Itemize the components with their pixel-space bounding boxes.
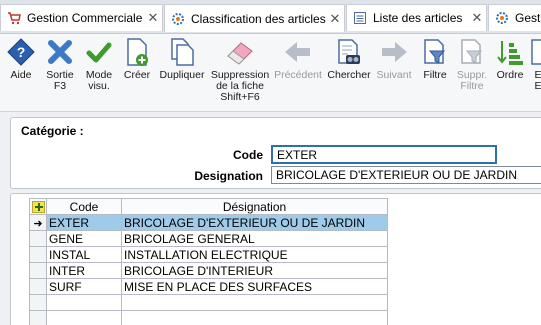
exit-button[interactable]: Sortie F3	[41, 36, 79, 92]
row-indicator[interactable]	[29, 246, 47, 263]
close-icon[interactable]: ✕	[326, 11, 344, 27]
new-document-icon	[127, 38, 148, 66]
search-icon	[338, 39, 360, 64]
cell-code[interactable]: INTER	[46, 262, 122, 279]
remove-filter-button[interactable]: Suppr. Filtre	[452, 36, 492, 92]
tab-classification-des-articles[interactable]: Classification des articles ✕	[164, 4, 345, 32]
arrow-right-icon	[382, 42, 407, 62]
add-row-icon[interactable]	[31, 201, 45, 214]
table-row[interactable]: INSTAL INSTALLATION ELECTRIQUE	[29, 246, 388, 263]
cell-code[interactable]: EXTER	[46, 214, 122, 231]
table-row[interactable]: ➜ EXTER BRICOLAGE D'EXTERIEUR OU DE JARDIN	[29, 214, 388, 231]
cell-designation[interactable]: BRICOLAGE D'INTERIEUR	[121, 262, 388, 279]
cell-designation[interactable]: MISE EN PLACE DES SURFACES	[121, 278, 388, 295]
gear-icon	[496, 12, 508, 24]
table-header-row: Code Désignation	[29, 198, 388, 215]
tab-label: Liste des articles	[373, 11, 463, 25]
gear-icon	[172, 12, 184, 25]
arrow-left-icon	[285, 42, 310, 62]
create-button[interactable]: Créer	[119, 36, 155, 81]
previous-label: Précédent	[274, 69, 322, 81]
filter-icon	[424, 39, 446, 64]
search-button[interactable]: Chercher	[326, 36, 372, 81]
cell-designation[interactable]: INSTALLATION ELECTRIQUE	[121, 246, 388, 263]
export-icon	[531, 39, 541, 65]
category-title: Catégorie :	[21, 124, 84, 138]
filter-button[interactable]: Filtre	[418, 36, 452, 81]
code-input[interactable]: EXTER	[271, 145, 497, 164]
cell-designation[interactable]	[121, 310, 388, 325]
delete-record-label: Suppression de la fiche Shift+F6	[210, 69, 270, 103]
row-indicator[interactable]	[29, 310, 47, 325]
tab-liste-des-articles[interactable]: Liste des articles ✕	[346, 4, 487, 31]
eraser-icon	[227, 42, 253, 65]
tab-gestion-commerciale[interactable]: Gestion Commerciale ✕	[0, 4, 163, 31]
table-row[interactable]	[29, 294, 388, 311]
cell-code[interactable]	[46, 310, 122, 325]
view-mode-label: Mode visu.	[85, 69, 113, 92]
row-indicator[interactable]: ➜	[29, 214, 47, 231]
cell-code[interactable]: GENE	[46, 230, 122, 247]
designation-input[interactable]: BRICOLAGE D'EXTERIEUR OU DE JARDIN	[271, 166, 541, 184]
table-row[interactable]: SURF MISE EN PLACE DES SURFACES	[29, 278, 388, 295]
close-icon[interactable]: ✕	[144, 10, 162, 26]
cell-code[interactable]: INSTAL	[46, 246, 122, 263]
tab-label: Classification des articles	[191, 11, 326, 26]
duplicate-button[interactable]: Dupliquer	[157, 36, 207, 81]
check-icon	[86, 42, 112, 63]
add-row-cell[interactable]	[29, 198, 47, 215]
help-icon: ?	[7, 38, 35, 66]
filter-label: Filtre	[423, 69, 447, 81]
cart-icon	[8, 12, 21, 25]
help-label: Aide	[10, 69, 32, 81]
extra-button[interactable]: E E	[528, 36, 541, 92]
exit-label: Sortie F3	[46, 69, 74, 92]
help-button[interactable]: ? Aide	[3, 36, 39, 81]
view-mode-button[interactable]: Mode visu.	[81, 36, 117, 92]
column-header-code[interactable]: Code	[46, 198, 122, 215]
search-label: Chercher	[327, 69, 371, 81]
next-button[interactable]: Suivant	[373, 36, 415, 81]
close-icon[interactable]: ✕	[468, 10, 486, 26]
table-body: ➜ EXTER BRICOLAGE D'EXTERIEUR OU DE JARDIN…	[29, 214, 388, 325]
remove-filter-label: Suppr. Filtre	[456, 69, 488, 92]
category-table: Code Désignation ➜ EXTER BRICOLAGE D'EXTER…	[29, 198, 388, 325]
category-form: Catégorie : Code EXTER Designation BRICO…	[10, 117, 541, 189]
tab-label: Gestion Commerciale	[27, 11, 143, 25]
category-grid-panel: Code Désignation ➜ EXTER BRICOLAGE D'EXTER…	[10, 193, 541, 325]
extra-label: E E	[534, 69, 541, 92]
tab-gestion[interactable]: Gestio	[488, 4, 541, 31]
sort-icon	[497, 41, 523, 65]
tab-label: Gestio	[515, 11, 541, 25]
create-label: Créer	[123, 69, 151, 81]
row-indicator[interactable]	[29, 262, 47, 279]
toolbar: ? Aide Sortie F3 Mode visu. Créer Dupliq…	[0, 34, 541, 112]
list-icon	[354, 12, 366, 24]
row-indicator[interactable]	[29, 230, 47, 247]
svg-text:?: ?	[17, 44, 26, 60]
next-label: Suivant	[376, 69, 412, 81]
duplicate-icon	[171, 38, 194, 66]
row-indicator[interactable]	[29, 278, 47, 295]
current-row-arrow-icon: ➜	[33, 217, 43, 230]
sort-label: Ordre	[496, 69, 524, 81]
cell-designation[interactable]: BRICOLAGE GENERAL	[121, 230, 388, 247]
cell-code[interactable]: SURF	[46, 278, 122, 295]
delete-record-button[interactable]: Suppression de la fiche Shift+F6	[208, 36, 272, 103]
remove-filter-icon	[461, 39, 483, 64]
duplicate-label: Dupliquer	[159, 69, 205, 81]
column-header-designation[interactable]: Désignation	[121, 198, 388, 215]
close-icon	[48, 40, 72, 64]
previous-button[interactable]: Précédent	[273, 36, 323, 81]
cell-designation[interactable]: BRICOLAGE D'EXTERIEUR OU DE JARDIN	[121, 214, 388, 231]
tab-bar: Gestion Commerciale ✕ Classification des…	[0, 0, 541, 34]
row-indicator[interactable]	[29, 294, 47, 311]
cell-designation[interactable]	[121, 294, 388, 311]
table-row[interactable]: INTER BRICOLAGE D'INTERIEUR	[29, 262, 388, 279]
cell-code[interactable]	[46, 294, 122, 311]
designation-label: Designation	[194, 169, 263, 183]
table-row[interactable]: GENE BRICOLAGE GENERAL	[29, 230, 388, 247]
table-row[interactable]	[29, 310, 388, 325]
code-label: Code	[233, 148, 263, 162]
